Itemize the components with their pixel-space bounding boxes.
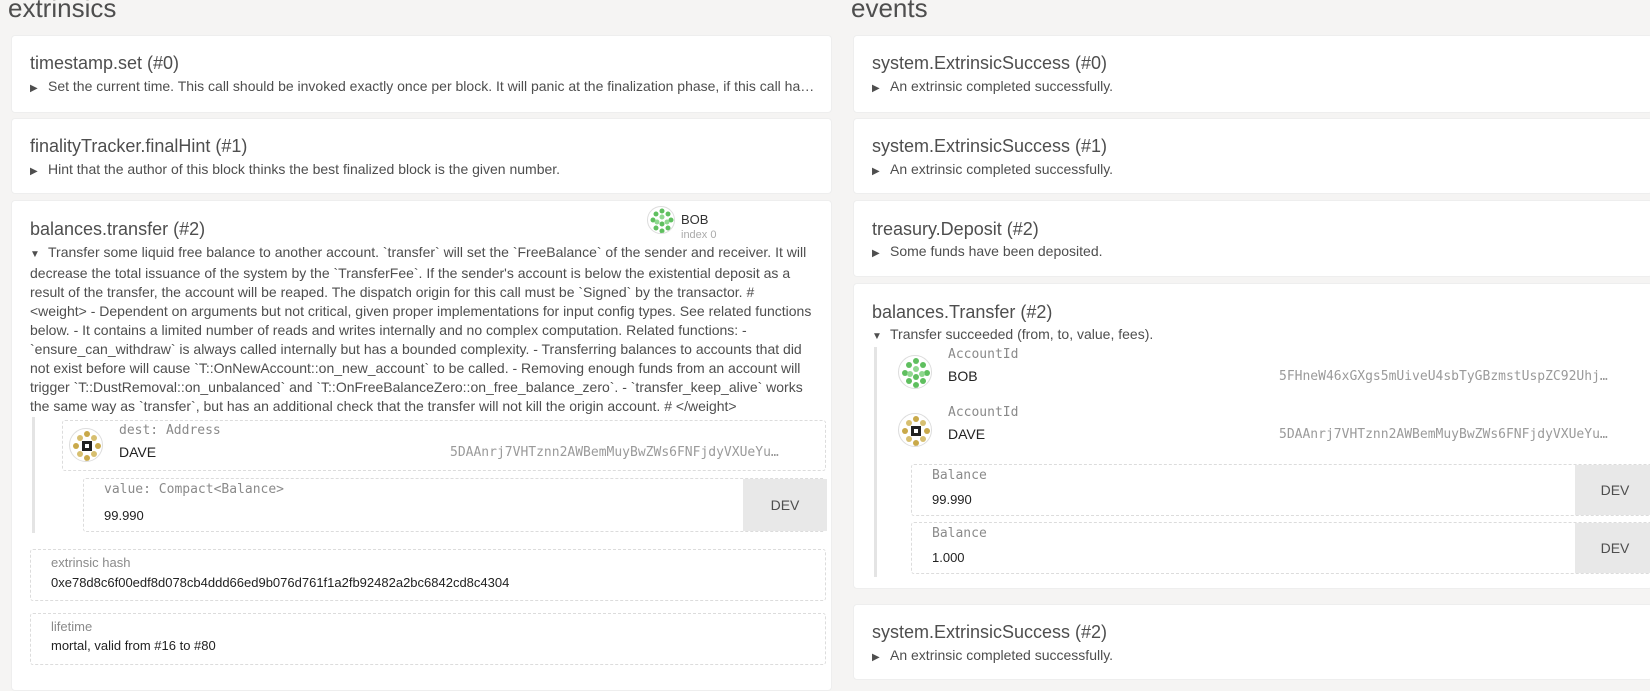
docs-line: not exist before will cause `T::OnNewAcc…: [30, 360, 801, 376]
collapse-triangle-icon[interactable]: ▼: [30, 245, 48, 264]
value-label: value: Compact<Balance>: [104, 482, 285, 497]
balance-label: Balance: [932, 468, 987, 483]
from-address: 5FHneW46xGXgs5mUiveU4sbTyGBzmstUspZC92Uh…: [1279, 369, 1609, 384]
fee-amount: 1.000: [932, 550, 965, 565]
signer-name: BOB: [681, 212, 709, 227]
event-title: system.ExtrinsicSuccess (#0): [872, 53, 1108, 73]
extrinsic-hash-box: extrinsic hash 0xe78d8c6f00edf8d078cb4dd…: [30, 549, 826, 601]
docs-line: result of the transfer, the account will…: [30, 284, 755, 300]
docs-line: trigger `T::DustRemoval::on_unbalanced` …: [30, 379, 803, 395]
to-avatar[interactable]: [898, 413, 932, 447]
lifetime-value: mortal, valid from #16 to #80: [51, 638, 216, 653]
value-amount: 99.990: [104, 508, 144, 523]
extrinsic-card: timestamp.set (#0) ▶ Set the current time…: [11, 35, 832, 113]
event-card: system.ExtrinsicSuccess (#2) ▶ An extrins…: [853, 604, 1650, 680]
hash-label: extrinsic hash: [51, 555, 131, 570]
identicon-graphic: [902, 416, 930, 446]
docs-line: <weight> - Dependent on arguments but no…: [30, 303, 812, 319]
signer-avatar[interactable]: [647, 206, 675, 234]
expand-triangle-icon[interactable]: ▶: [872, 652, 890, 663]
dest-param[interactable]: dest: Address DAVE 5DAAnrj7VHTznn2AWBemM…: [62, 420, 826, 471]
expand-triangle-icon[interactable]: ▶: [30, 83, 48, 94]
balance-amount: 99.990: [932, 492, 972, 507]
from-param[interactable]: AccountId BOB 5FHneW46xGXgs5mUiveU4sbTyG…: [894, 347, 1650, 402]
extrinsics-heading: extrinsics: [8, 0, 117, 23]
docs-line[interactable]: ▼ Transfer some liquid free balance to an…: [30, 243, 820, 264]
event-title: system.ExtrinsicSuccess (#1): [872, 136, 1108, 156]
from-avatar[interactable]: [898, 355, 932, 389]
docs-line: the same way as `transfer`, but has an a…: [30, 398, 737, 414]
hash-value[interactable]: 0xe78d8c6f00edf8d078cb4ddd66ed9b076d761f…: [51, 575, 509, 590]
dest-avatar[interactable]: [69, 428, 103, 462]
docs-line: decrease the total issuance of the syste…: [30, 265, 791, 281]
extrinsic-title: timestamp.set (#0): [30, 53, 180, 73]
event-summary[interactable]: ▼ Transfer succeeded (from, to, value, fe…: [872, 326, 1153, 342]
params-divider: [32, 417, 35, 533]
fee-param[interactable]: Balance 1.000 DEV: [911, 522, 1650, 574]
to-name: DAVE: [948, 426, 986, 442]
identicon-graphic: [73, 431, 101, 461]
unit-dev-button[interactable]: DEV: [743, 479, 827, 531]
lifetime-box: lifetime mortal, valid from #16 to #80: [30, 613, 826, 665]
expand-triangle-icon[interactable]: ▶: [30, 166, 48, 177]
event-title: treasury.Deposit (#2): [872, 219, 1039, 239]
from-label: AccountId: [948, 347, 1019, 362]
event-card: system.ExtrinsicSuccess (#1) ▶ An extrins…: [853, 118, 1650, 194]
extrinsic-card: finalityTracker.finalHint (#1) ▶ Hint tha…: [11, 118, 832, 194]
expand-triangle-icon[interactable]: ▶: [872, 166, 890, 177]
event-card: treasury.Deposit (#2) ▶ Some funds have b…: [853, 200, 1650, 277]
dest-label: dest: Address: [119, 423, 221, 438]
event-card: balances.Transfer (#2) ▼ Transfer succeed…: [853, 283, 1650, 589]
unit-dev-button[interactable]: DEV: [1575, 465, 1650, 515]
fee-label: Balance: [932, 526, 987, 541]
extrinsic-card: balances.transfer (#2) BOB index 0 ▼ Tran…: [11, 200, 832, 691]
signer-index: index 0: [681, 229, 717, 241]
extrinsic-summary[interactable]: ▶ Hint that the author of this block thin…: [30, 161, 820, 177]
balance-param[interactable]: Balance 99.990 DEV: [911, 464, 1650, 516]
extrinsic-docs: ▼ Transfer some liquid free balance to an…: [30, 243, 820, 416]
params-divider: [874, 347, 877, 577]
extrinsic-title: finalityTracker.finalHint (#1): [30, 136, 248, 156]
event-summary[interactable]: ▶ An extrinsic completed successfully.: [872, 647, 1113, 663]
docs-line: below. - It contains a limited number of…: [30, 322, 747, 338]
dest-address: 5DAAnrj7VHTznn2AWBemMuyBwZWs6FNFjdyVXUeY…: [450, 445, 780, 460]
identicon-graphic: [650, 208, 674, 233]
value-param[interactable]: value: Compact<Balance> 99.990 DEV: [83, 478, 827, 532]
identicon-graphic: [902, 358, 930, 388]
from-name: BOB: [948, 368, 978, 384]
expand-triangle-icon[interactable]: ▶: [872, 248, 890, 259]
unit-dev-button[interactable]: DEV: [1575, 523, 1650, 573]
expand-triangle-icon[interactable]: ▶: [872, 83, 890, 94]
to-param[interactable]: AccountId DAVE 5DAAnrj7VHTznn2AWBemMuyBw…: [894, 405, 1650, 460]
collapse-triangle-icon[interactable]: ▼: [872, 331, 890, 342]
event-title: system.ExtrinsicSuccess (#2): [872, 622, 1108, 642]
docs-line: `ensure_can_withdraw` is always called i…: [30, 341, 802, 357]
event-summary[interactable]: ▶ An extrinsic completed successfully.: [872, 161, 1113, 177]
event-title: balances.Transfer (#2): [872, 302, 1053, 322]
to-address: 5DAAnrj7VHTznn2AWBemMuyBwZWs6FNFjdyVXUeY…: [1279, 427, 1609, 442]
events-heading: events: [851, 0, 928, 23]
event-summary[interactable]: ▶ Some funds have been deposited.: [872, 243, 1103, 259]
extrinsic-title: balances.transfer (#2): [30, 219, 206, 239]
dest-name: DAVE: [119, 444, 157, 460]
lifetime-label: lifetime: [51, 619, 93, 634]
event-card: system.ExtrinsicSuccess (#0) ▶ An extrins…: [853, 35, 1650, 113]
event-summary[interactable]: ▶ An extrinsic completed successfully.: [872, 78, 1113, 94]
to-label: AccountId: [948, 405, 1019, 420]
extrinsic-summary[interactable]: ▶ Set the current time. This call should …: [30, 78, 820, 94]
